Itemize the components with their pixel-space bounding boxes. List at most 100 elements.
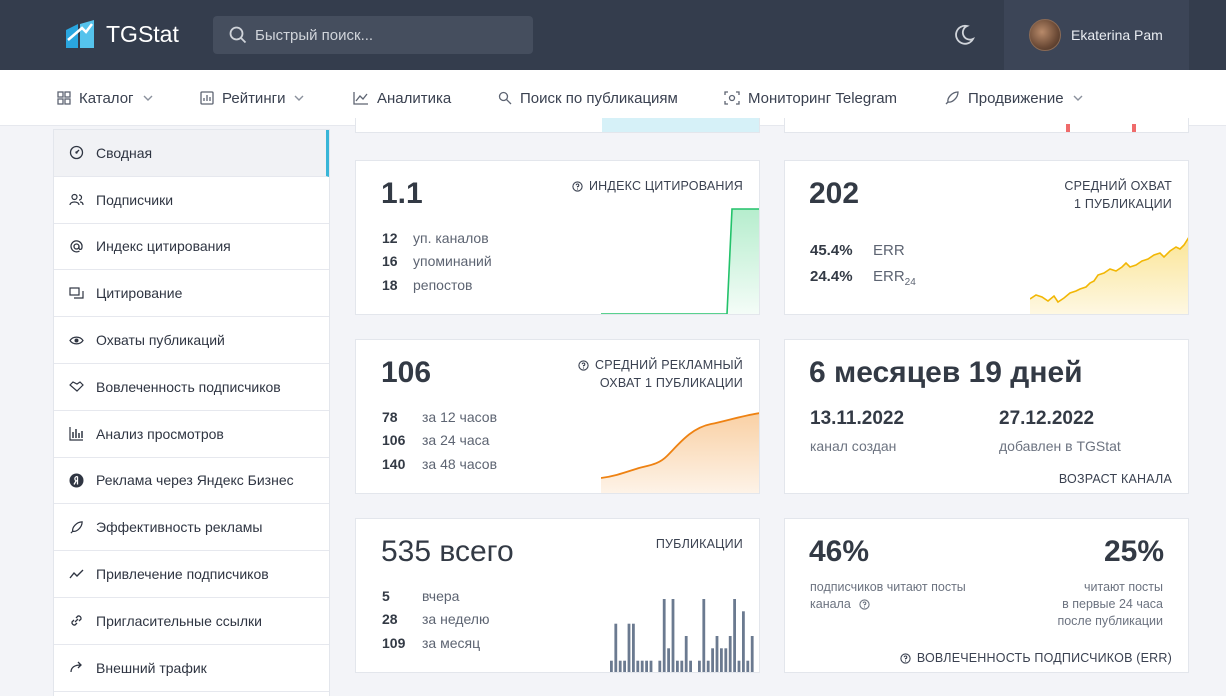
search-box[interactable] (213, 16, 533, 54)
eye-icon (69, 336, 84, 345)
help-icon[interactable] (859, 599, 870, 610)
card-partial-right (784, 118, 1189, 133)
posts-bar (720, 648, 723, 672)
row-label: за неделю (422, 611, 490, 627)
reach-title-line: 1 ПУБЛИКАЦИИ (1074, 197, 1172, 211)
sidebar-item-label: Вовлеченность подписчиков (96, 378, 281, 395)
sidebar-item-acquisition[interactable]: Привлечение подписчиков (54, 551, 329, 598)
row-num: 24.4% (810, 268, 853, 285)
sidebar-item-invite-links[interactable]: Пригласительные ссылки (54, 598, 329, 645)
posts-bar (640, 660, 644, 672)
logo[interactable]: TGStat (64, 18, 179, 50)
share-icon (70, 661, 82, 673)
card-ad-reach[interactable]: 106 СРЕДНИЙ РЕКЛАМНЫЙ ОХВАТ 1 ПУБЛИКАЦИИ… (355, 339, 760, 494)
sidebar-item-subscribers[interactable]: Подписчики (54, 177, 329, 224)
moon-icon[interactable] (953, 24, 975, 46)
card-average-reach[interactable]: 202 СРЕДНИЙ ОХВАТ 1 ПУБЛИКАЦИИ 45.4% ERR … (784, 160, 1189, 315)
quote-icon (69, 287, 84, 299)
label-line: читают посты (1083, 580, 1163, 594)
bar-mark (1066, 124, 1070, 132)
created-date: 13.11.2022 (810, 408, 905, 429)
posts-bar (724, 648, 728, 672)
sparkline-fill (602, 118, 759, 132)
row-num: 12 (382, 230, 398, 246)
row-num: 16 (382, 253, 398, 269)
sidebar-item-label: Индекс цитирования (96, 238, 231, 255)
dashboard-icon (69, 146, 84, 160)
engagement-left-label: подписчиков читают посты канала (810, 579, 966, 613)
help-icon[interactable] (572, 180, 583, 192)
sidebar-item-engagement[interactable]: Вовлеченность подписчиков (54, 364, 329, 411)
row-num: 5 (382, 588, 390, 604)
label-line: в первые 24 часа (1062, 597, 1163, 611)
citation-value: 1.1 (381, 177, 423, 210)
sidebar-item-citation[interactable]: Цитирование (54, 270, 329, 318)
sidebar-item-label: Цитирование (96, 285, 183, 302)
ad-reach-title-line: ОХВАТ 1 ПУБЛИКАЦИИ (599, 376, 743, 390)
row-num: 140 (382, 456, 406, 472)
sidebar-item-label: Привлечение подписчиков (96, 566, 269, 583)
posts-bar (728, 636, 732, 672)
sidebar-item-views-analysis[interactable]: Анализ просмотров (54, 411, 329, 458)
search-icon (229, 26, 247, 44)
label-line: после публикации (1057, 614, 1163, 628)
posts-bar (649, 660, 653, 672)
posts-row: 5 вчера (382, 588, 459, 604)
search-input[interactable] (255, 26, 515, 44)
row-label: уп. каналов (413, 230, 489, 246)
reach-title: СРЕДНИЙ ОХВАТ 1 ПУБЛИКАЦИИ (1064, 177, 1172, 213)
posts-bar (715, 636, 719, 672)
added-date: 27.12.2022 (999, 408, 1095, 429)
card-publications[interactable]: 535 всего ПУБЛИКАЦИИ 5 вчера 28 за неделю … (355, 518, 760, 673)
ad-reach-row: 140 за 48 часов (382, 456, 497, 472)
posts-bar (662, 599, 666, 672)
row-num: 109 (382, 635, 406, 651)
label-line-wrap: канала (810, 596, 966, 613)
posts-bar (711, 648, 714, 672)
app-name: TGStat (106, 20, 179, 47)
yandex-icon (69, 473, 84, 488)
sidebar-item-label: Анализ просмотров (96, 425, 224, 442)
user-menu[interactable]: Ekaterina Pam (1004, 0, 1189, 70)
engagement-footer-wrap: ВОВЛЕЧЕННОСТЬ ПОДПИСЧИКОВ (ERR) (900, 649, 1172, 667)
sidebar-item-yandex-ads[interactable]: Реклама через Яндекс Бизнес (54, 458, 329, 505)
reach-sparkline (1030, 237, 1188, 314)
handshake-icon (69, 381, 84, 393)
bars-icon (69, 427, 83, 441)
added-label: добавлен в TGStat (999, 438, 1121, 454)
nav-catalog[interactable]: Каталог (57, 70, 154, 126)
posts-bar (618, 660, 622, 672)
card-citation-index[interactable]: 1.1 ИНДЕКС ЦИТИРОВАНИЯ 12 уп. каналов 16 у… (355, 160, 760, 315)
ad-reach-title: СРЕДНИЙ РЕКЛАМНЫЙ ОХВАТ 1 ПУБЛИКАЦИИ (578, 356, 743, 392)
posts-bar (632, 623, 635, 672)
row-label: за 12 часов (422, 409, 498, 425)
help-icon[interactable] (578, 359, 589, 371)
row-label: упоминаний (413, 253, 492, 269)
sidebar-item-ad-efficiency[interactable]: Эффективность рекламы (54, 504, 329, 552)
sidebar-item-summary[interactable]: Сводная (54, 130, 329, 177)
ad-reach-value: 106 (381, 356, 432, 389)
row-label: ERR (873, 242, 905, 259)
posts-bar (737, 660, 741, 672)
posts-bar (658, 660, 662, 672)
chevron-down-icon (294, 95, 304, 101)
posts-bar (610, 660, 613, 672)
ad-reach-row: 106 за 24 часа (382, 432, 489, 448)
row-label: за 48 часов (422, 456, 498, 472)
sidebar-item-external-traffic[interactable]: Внешний трафик (54, 645, 329, 692)
posts-bar (645, 660, 648, 672)
posts-bar (680, 660, 684, 672)
label-line: подписчиков читают посты (810, 580, 966, 594)
sidebar-item-citation-index[interactable]: Индекс цитирования (54, 224, 329, 271)
row-label: репостов (413, 277, 473, 293)
posts-row: 28 за неделю (382, 611, 489, 627)
card-channel-age[interactable]: 6 месяцев 19 дней 13.11.2022 канал созда… (784, 339, 1189, 494)
row-num: 78 (382, 409, 398, 425)
posts-bar (636, 660, 640, 672)
card-engagement[interactable]: 46% 25% подписчиков читают посты канала … (784, 518, 1189, 673)
sidebar-item-label: Внешний трафик (96, 659, 207, 676)
nav-ratings[interactable]: Рейтинги (200, 70, 305, 126)
help-icon[interactable] (900, 652, 911, 664)
citation-row: 16 упоминаний (382, 253, 492, 269)
sidebar-item-reach[interactable]: Охваты публикаций (54, 317, 329, 364)
